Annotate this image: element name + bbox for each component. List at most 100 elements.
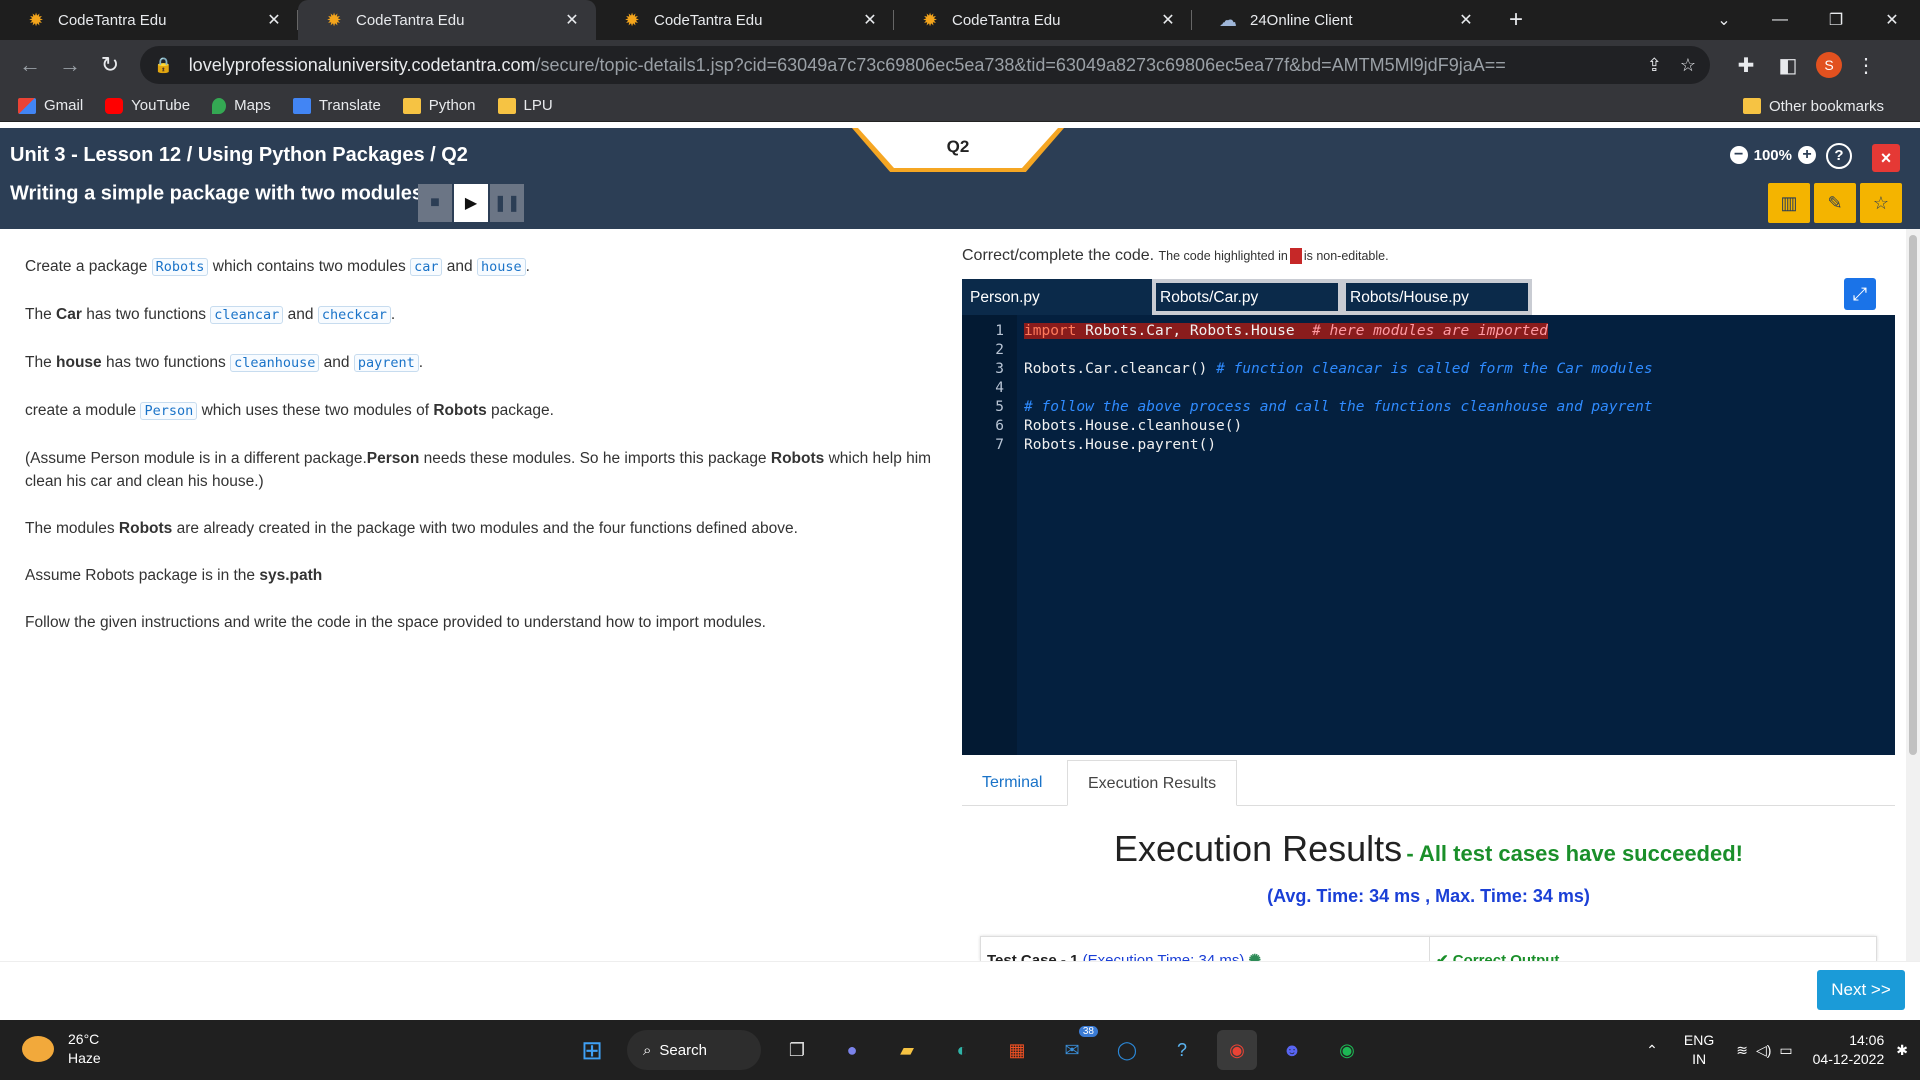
folder-icon xyxy=(1742,98,1761,114)
tab-terminal[interactable]: Terminal xyxy=(962,760,1062,806)
profile-avatar[interactable]: S xyxy=(1816,52,1842,78)
tab-search-icon[interactable]: ⌄ xyxy=(1696,0,1752,40)
help-button[interactable]: ? xyxy=(1826,143,1852,169)
page-scrollbar[interactable] xyxy=(1906,229,1920,961)
extensions-icon[interactable]: ✚ xyxy=(1728,47,1764,83)
clock[interactable]: 14:06 04-12-2022 xyxy=(1813,1031,1885,1069)
close-lesson-button[interactable]: × xyxy=(1872,144,1900,172)
teams-icon[interactable]: ● xyxy=(832,1030,872,1070)
bookmark-star-icon[interactable]: ☆ xyxy=(1680,55,1696,76)
spotify-icon[interactable]: ◉ xyxy=(1327,1030,1367,1070)
other-bookmarks[interactable]: Other bookmarks xyxy=(1742,90,1884,122)
close-tab-icon[interactable]: ✕ xyxy=(264,10,284,30)
browser-tab[interactable]: ✹ CodeTantra Edu ✕ xyxy=(596,0,894,40)
get-help-icon[interactable]: ? xyxy=(1162,1030,1202,1070)
question-tab[interactable]: Q2 xyxy=(852,128,1064,172)
volume-icon[interactable]: ◁) xyxy=(1756,1042,1771,1059)
pencil-icon[interactable]: ✎ xyxy=(1814,183,1856,223)
code-line[interactable]: 2 xyxy=(962,341,1895,360)
window-controls: ⌄ — ❐ ✕ xyxy=(1696,0,1920,40)
browser-tab[interactable]: ✹ CodeTantra Edu ✕ xyxy=(0,0,298,40)
taskbar-search[interactable]: ⌕ Search xyxy=(627,1030,761,1070)
bookmark-youtube[interactable]: YouTube xyxy=(105,97,190,114)
cortana-icon[interactable]: ◯ xyxy=(1107,1030,1147,1070)
wifi-icon[interactable]: ≋ xyxy=(1736,1042,1748,1059)
file-tab-person[interactable]: Person.py xyxy=(962,279,1152,315)
codetantra-favicon-icon: ✹ xyxy=(922,9,938,30)
bookmark-gmail[interactable]: Gmail xyxy=(18,97,83,114)
zoom-in-icon[interactable]: + xyxy=(1798,146,1816,164)
discord-icon[interactable]: ☻ xyxy=(1272,1030,1312,1070)
zoom-out-icon[interactable]: − xyxy=(1729,146,1748,164)
code-text: # follow the above process and call the … xyxy=(1024,399,1653,415)
chrome-icon[interactable]: ◉ xyxy=(1217,1030,1257,1070)
maps-icon xyxy=(212,97,227,114)
tab-title: CodeTantra Edu xyxy=(356,11,465,29)
bookmark-maps[interactable]: Maps xyxy=(212,97,271,114)
code-comment: # here modules are imported xyxy=(1312,323,1548,339)
line-number: 4 xyxy=(995,380,1004,396)
new-tab-button[interactable]: + xyxy=(1496,0,1536,40)
bookmark-python[interactable]: Python xyxy=(402,97,476,114)
code-line[interactable]: 7 Robots.House.payrent() xyxy=(962,436,1895,455)
results-status: - All test cases have succeeded! xyxy=(1406,841,1743,866)
close-tab-icon[interactable]: ✕ xyxy=(1456,10,1476,30)
stats-chart-icon[interactable]: ▥ xyxy=(1768,183,1810,223)
language-indicator[interactable]: ENG IN xyxy=(1684,1031,1714,1069)
system-tray: ⌃ ENG IN ≋ ◁) ▭ 14:06 04-12-2022 ✱ xyxy=(1646,1030,1908,1070)
code-line[interactable]: 3 Robots.Car.cleancar() # function cleanc… xyxy=(962,360,1895,379)
code-line-locked[interactable]: 1 import Robots.Car, Robots.House # here … xyxy=(962,322,1895,341)
browser-tab[interactable]: ✹ CodeTantra Edu ✕ xyxy=(894,0,1192,40)
browser-tab[interactable]: ☁ 24Online Client ✕ xyxy=(1192,0,1490,40)
weather-condition: Haze xyxy=(68,1050,101,1066)
side-panel-icon[interactable]: ◧ xyxy=(1770,47,1806,83)
close-tab-icon[interactable]: ✕ xyxy=(860,10,880,30)
restore-icon[interactable]: ❐ xyxy=(1808,0,1864,40)
bookmark-lpu[interactable]: LPU xyxy=(497,97,553,114)
pause-icon[interactable]: ❚❚ xyxy=(490,184,524,222)
bug-icon[interactable]: ✺ xyxy=(1249,952,1262,961)
bookmark-translate[interactable]: Translate xyxy=(292,97,381,114)
microsoft-store-icon[interactable]: ▦ xyxy=(997,1030,1037,1070)
close-tab-icon[interactable]: ✕ xyxy=(562,10,582,30)
lock-icon[interactable]: 🔒 xyxy=(154,56,173,74)
header-actions: ▥ ✎ ☆ xyxy=(1764,183,1902,223)
tab-execution-results[interactable]: Execution Results xyxy=(1067,760,1238,806)
mail-icon[interactable]: ✉ 38 xyxy=(1052,1026,1098,1070)
task-view-icon[interactable]: ❐ xyxy=(777,1030,817,1070)
minimize-icon[interactable]: — xyxy=(1752,0,1808,40)
next-button[interactable]: Next >> xyxy=(1817,970,1905,1010)
close-tab-icon[interactable]: ✕ xyxy=(1158,10,1178,30)
code-line[interactable]: 5 # follow the above process and call the… xyxy=(962,398,1895,417)
code-editor[interactable]: 1 import Robots.Car, Robots.House # here … xyxy=(962,315,1895,755)
file-explorer-icon[interactable]: ▰ xyxy=(887,1030,927,1070)
code-chip: payrent xyxy=(353,354,419,372)
expand-editor-icon[interactable]: ⤢ xyxy=(1844,278,1876,310)
forward-icon[interactable]: → xyxy=(52,47,88,83)
close-window-icon[interactable]: ✕ xyxy=(1864,0,1920,40)
reload-icon[interactable]: ↻ xyxy=(92,47,128,83)
file-tab-car[interactable]: Robots/Car.py xyxy=(1152,279,1342,315)
back-icon[interactable]: ← xyxy=(12,47,48,83)
menu-kebab-icon[interactable]: ⋮ xyxy=(1848,47,1884,83)
address-bar[interactable]: 🔒 lovelyprofessionaluniversity.codetantr… xyxy=(140,46,1710,84)
line-number: 3 xyxy=(995,361,1004,377)
code-line[interactable]: 4 xyxy=(962,379,1895,398)
stop-icon[interactable]: ■ xyxy=(418,184,452,222)
browser-toolbar: ← → ↻ 🔒 lovelyprofessionaluniversity.cod… xyxy=(0,40,1920,90)
search-icon: ⌕ xyxy=(643,1041,652,1059)
share-icon[interactable]: ⇪ xyxy=(1647,55,1662,76)
file-tab-house[interactable]: Robots/House.py xyxy=(1342,279,1532,315)
battery-icon[interactable]: ▭ xyxy=(1779,1042,1792,1059)
browser-tab-active[interactable]: ✹ CodeTantra Edu ✕ xyxy=(298,0,596,40)
windows-start-icon[interactable]: ⊞ xyxy=(572,1030,612,1070)
code-text: Robots.House.cleanhouse() xyxy=(1024,418,1242,434)
notifications-icon[interactable]: ✱ xyxy=(1896,1042,1908,1059)
edge-icon[interactable]: ◐ xyxy=(942,1030,982,1070)
star-icon[interactable]: ☆ xyxy=(1860,183,1902,223)
play-icon[interactable]: ▶ xyxy=(454,184,488,222)
show-hidden-icons-icon[interactable]: ⌃ xyxy=(1646,1042,1658,1059)
weather-widget[interactable]: 26°C Haze xyxy=(22,1030,101,1068)
scrollbar-thumb[interactable] xyxy=(1909,235,1917,755)
code-line[interactable]: 6 Robots.House.cleanhouse() xyxy=(962,417,1895,436)
